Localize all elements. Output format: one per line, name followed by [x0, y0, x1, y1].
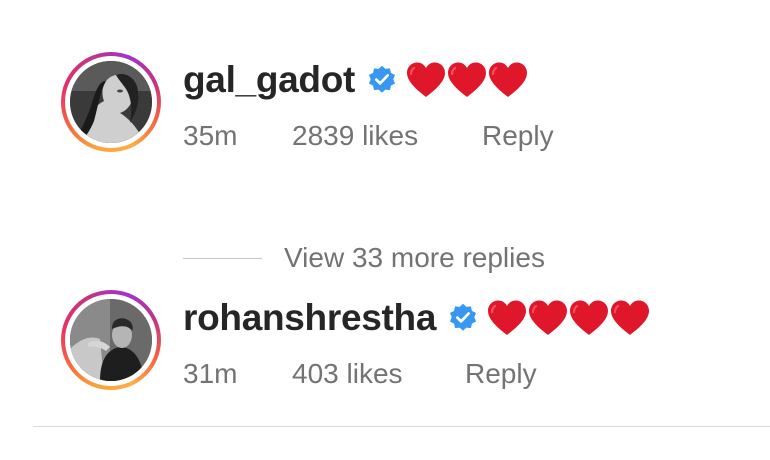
verified-badge-icon	[368, 65, 396, 93]
view-more-replies-button[interactable]: View 33 more replies	[183, 240, 545, 276]
comment-meta: 35m 2839 likes Reply	[183, 118, 554, 154]
heart-emoji-icon	[407, 62, 446, 97]
heart-emoji-icon	[570, 300, 609, 335]
heart-emoji-icon	[488, 300, 527, 335]
heart-emoji-icon	[611, 300, 650, 335]
comment-text-hearts	[405, 61, 528, 99]
comment-meta: 31m 403 likes Reply	[183, 356, 537, 392]
comment-item: rohanshrestha 31m 403 likes Reply	[0, 278, 770, 398]
heart-emoji-icon	[489, 62, 528, 97]
comment-text-hearts	[486, 299, 650, 337]
comment-likes-count[interactable]: 403 likes	[292, 356, 465, 392]
section-divider	[33, 426, 770, 427]
verified-badge-icon	[450, 303, 477, 331]
reply-button[interactable]: Reply	[482, 118, 554, 154]
comment-item: gal_gadot 35m 2839 likes Reply View 33 m…	[0, 40, 770, 273]
story-ring-avatar[interactable]	[61, 52, 161, 152]
story-ring-avatar[interactable]	[61, 290, 161, 390]
heart-emoji-icon	[529, 300, 568, 335]
comment-timestamp: 31m	[183, 358, 238, 389]
replies-divider-line	[183, 257, 262, 259]
avatar	[70, 61, 152, 143]
comment-username[interactable]: rohanshrestha	[183, 296, 436, 340]
view-more-replies-label: View 33 more replies	[284, 242, 545, 273]
avatar	[70, 299, 152, 381]
reply-button[interactable]: Reply	[465, 356, 537, 392]
heart-emoji-icon	[448, 62, 487, 97]
comment-likes-count[interactable]: 2839 likes	[292, 118, 482, 154]
comment-timestamp: 35m	[183, 120, 238, 151]
comment-username[interactable]: gal_gadot	[183, 58, 355, 102]
